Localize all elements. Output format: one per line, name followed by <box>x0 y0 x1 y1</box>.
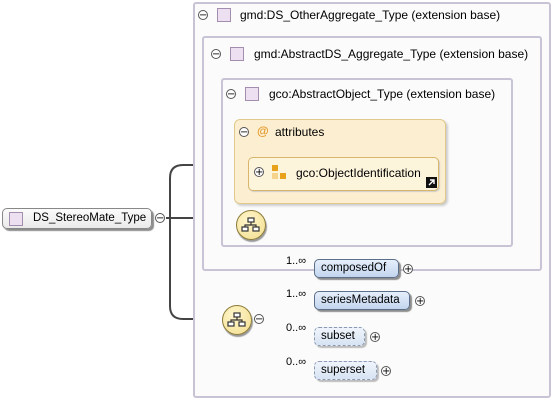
collapse-toggle[interactable]: − <box>211 49 221 60</box>
element-expand-toggle[interactable]: + <box>370 332 380 343</box>
element-subset[interactable]: subset <box>314 327 365 346</box>
cardinality-label: 0..∞ <box>286 356 307 368</box>
collapse-toggle[interactable]: − <box>198 10 208 21</box>
complex-type-icon <box>245 87 259 101</box>
collapse-toggle[interactable]: − <box>226 89 236 100</box>
cardinality-label: 1..∞ <box>286 255 307 267</box>
element-expand-toggle[interactable]: + <box>381 366 391 377</box>
element-label: superset <box>321 364 366 376</box>
complex-type-icon <box>9 212 23 226</box>
element-composedOf[interactable]: composedOf <box>314 259 399 278</box>
attribute-at-icon: @ <box>257 124 269 138</box>
complex-type-icon <box>230 47 244 61</box>
element-label: seriesMetadata <box>321 294 400 306</box>
element-label: composedOf <box>321 262 387 274</box>
extension-title: gco:AbstractObject_Type (extension base) <box>269 87 496 101</box>
sequence-collapse-toggle[interactable]: − <box>254 314 264 325</box>
element-expand-toggle[interactable]: + <box>403 264 413 275</box>
complex-type-icon <box>217 8 231 22</box>
element-seriesMetadata[interactable]: seriesMetadata <box>314 291 410 310</box>
reference-arrow-icon <box>426 177 437 188</box>
element-expand-toggle[interactable]: + <box>415 296 425 307</box>
root-element-label: DS_StereoMate_Type <box>33 212 147 224</box>
element-superset[interactable]: superset <box>314 361 377 380</box>
sequence-icon[interactable] <box>236 210 266 240</box>
cardinality-label: 1..∞ <box>286 288 307 300</box>
attribute-group-icon <box>272 165 286 179</box>
attribute-group-label: gco:ObjectIdentification <box>296 166 421 180</box>
extension-title: gmd:DS_OtherAggregate_Type (extension ba… <box>240 8 501 22</box>
attributes-collapse-toggle[interactable]: − <box>239 127 249 138</box>
element-label: subset <box>321 330 355 342</box>
extension-title: gmd:AbstractDS_Aggregate_Type (extension… <box>254 47 529 61</box>
cardinality-label: 0..∞ <box>286 322 307 334</box>
attributes-title: attributes <box>275 125 325 139</box>
sequence-icon[interactable] <box>222 305 252 335</box>
root-collapse-toggle[interactable]: − <box>155 213 165 224</box>
attribute-group-expand-toggle[interactable]: + <box>254 167 264 178</box>
root-element-box[interactable]: DS_StereoMate_Type <box>2 208 152 229</box>
